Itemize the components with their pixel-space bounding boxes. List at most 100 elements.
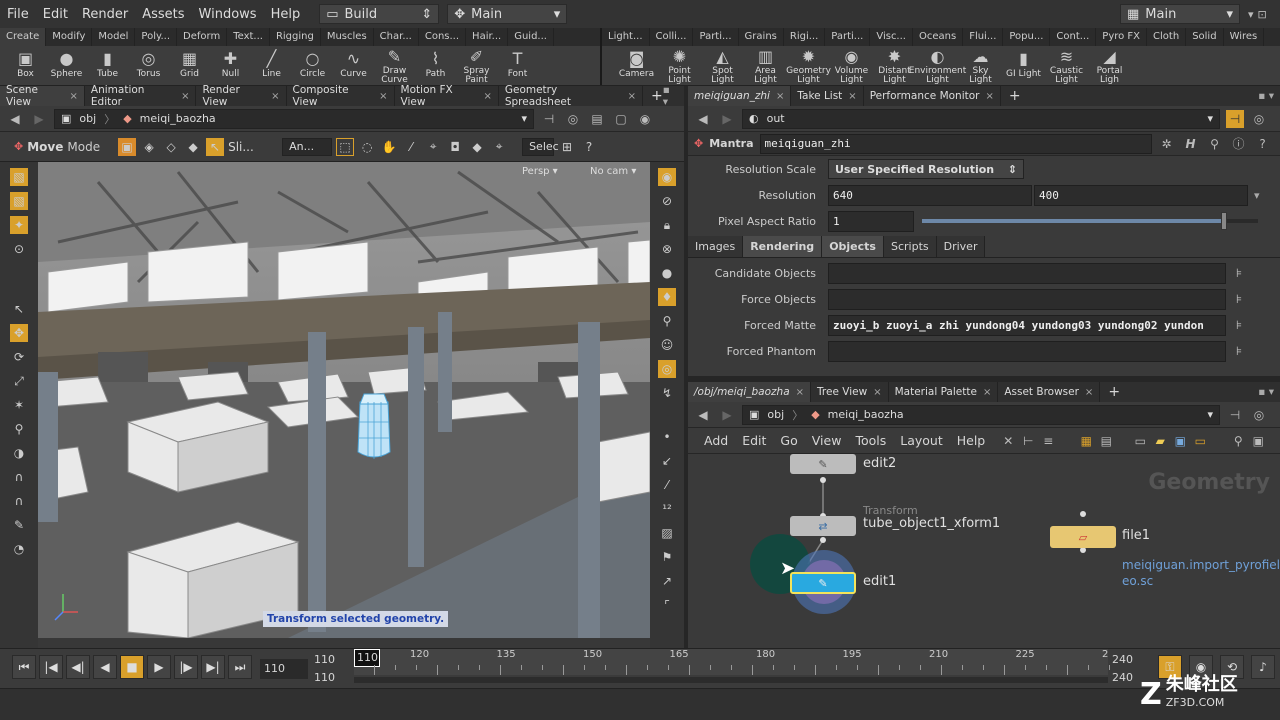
op-chooser-icon[interactable]: ⊧ bbox=[1230, 264, 1248, 282]
pin-icon[interactable]: ⊣ bbox=[1226, 109, 1244, 128]
arrow-icon[interactable]: ↗ bbox=[658, 572, 676, 590]
null-tool[interactable]: ✚ Null bbox=[210, 46, 251, 85]
display-options-icon[interactable]: ▤ bbox=[588, 110, 606, 128]
range-start[interactable]: 110 bbox=[314, 653, 335, 666]
forward-icon[interactable]: ▶ bbox=[30, 110, 48, 128]
shelf-tab[interactable]: Solid bbox=[1186, 28, 1224, 46]
pane-tab[interactable]: Tree View × bbox=[811, 382, 889, 402]
snapping-icon[interactable]: ⌖ bbox=[490, 138, 508, 156]
hscript-icon[interactable]: H bbox=[1182, 135, 1200, 153]
resolution-y-field[interactable]: 400 bbox=[1034, 184, 1248, 206]
scene-path-field[interactable]: ▣ obj 〉 ◆ meiqi_baozha ▾ bbox=[54, 108, 534, 129]
torus-tool[interactable]: ◎ Torus bbox=[128, 46, 169, 85]
close-icon[interactable]: × bbox=[985, 91, 993, 102]
shelf-tab[interactable]: Oceans bbox=[913, 28, 964, 46]
display-eye-icon[interactable]: ◉ bbox=[658, 168, 676, 186]
close-icon[interactable]: × bbox=[796, 387, 804, 398]
persp-cube-icon[interactable]: ▧ bbox=[10, 168, 28, 186]
camera-toggle-icon[interactable]: ◎ bbox=[658, 360, 676, 378]
close-icon[interactable]: × bbox=[628, 91, 636, 102]
shelf-tab[interactable]: Muscles bbox=[321, 28, 374, 46]
range-start-global[interactable]: 110 bbox=[314, 671, 335, 684]
info-icon[interactable]: ⓘ bbox=[1230, 135, 1248, 153]
matte-field[interactable]: zuoyi_b zuoyi_a zhi yundong04 yundong03 … bbox=[828, 314, 1226, 336]
sticky-note-icon[interactable]: ▰ bbox=[1151, 432, 1169, 450]
chevron-down-icon[interactable]: ▾ bbox=[1254, 189, 1260, 202]
grid-view-icon[interactable]: ▦ bbox=[1077, 432, 1095, 450]
shelf-tab[interactable]: Hair... bbox=[466, 28, 509, 46]
op-chooser-icon[interactable]: ⊧ bbox=[1230, 316, 1248, 334]
menu-edit[interactable]: Edit bbox=[36, 7, 75, 22]
lock-icon[interactable]: 🔒︎ bbox=[658, 216, 676, 234]
number-icon[interactable]: ¹² bbox=[658, 500, 676, 518]
spray-paint-tool[interactable]: ✐ Spray Paint bbox=[456, 46, 497, 85]
network-menu-edit[interactable]: Edit bbox=[736, 433, 772, 448]
shelf-tab[interactable]: Grains bbox=[739, 28, 784, 46]
zoom-icon[interactable]: ⊙ bbox=[10, 240, 28, 258]
resolution-x-field[interactable]: 640 bbox=[828, 184, 1032, 206]
caustic-light-tool[interactable]: ≋ Caustic Light bbox=[1046, 46, 1087, 85]
close-icon[interactable]: × bbox=[379, 91, 387, 102]
node-name-field[interactable]: meiqiguan_zhi bbox=[759, 133, 1152, 154]
candidate-field[interactable] bbox=[828, 262, 1226, 284]
gear-icon[interactable]: ✲ bbox=[1158, 135, 1176, 153]
shelf-tab[interactable]: Deform bbox=[177, 28, 228, 46]
pane-tab[interactable]: Geometry Spreadsheet × bbox=[499, 84, 644, 108]
network-menu-view[interactable]: View bbox=[806, 433, 848, 448]
magnet-icon[interactable]: ◑ bbox=[10, 444, 28, 462]
pan-icon[interactable]: ✦ bbox=[10, 216, 28, 234]
pane-menu-icon[interactable]: ▪ ▾ bbox=[1258, 386, 1274, 398]
stop-icon[interactable]: ■ bbox=[120, 655, 144, 679]
link-icon[interactable]: ◎ bbox=[564, 110, 582, 128]
link-icon[interactable]: ◎ bbox=[1250, 110, 1268, 128]
close-icon[interactable]: × bbox=[776, 91, 784, 102]
box-select-icon[interactable]: ⬚ bbox=[336, 137, 355, 156]
connectivity-icon[interactable]: ◆ bbox=[468, 138, 486, 156]
pane-tab[interactable]: Scene View × bbox=[0, 84, 85, 108]
pixel-aspect-field[interactable]: 1 bbox=[828, 210, 914, 232]
node-edit1[interactable]: ✎ bbox=[790, 572, 856, 594]
parm-tab-scripts[interactable]: Scripts bbox=[883, 236, 937, 257]
network-menu-add[interactable]: Add bbox=[698, 433, 734, 448]
sky-light-tool[interactable]: ☁ Sky Light bbox=[960, 46, 1001, 85]
shelf-tab[interactable]: Rigging bbox=[270, 28, 321, 46]
step-back-icon[interactable]: ◀| bbox=[66, 655, 90, 679]
handle-icon[interactable]: ⚲ bbox=[10, 420, 28, 438]
resolution-scale-menu[interactable]: User Specified Resolution ⇕ bbox=[828, 159, 1024, 179]
range-slider[interactable] bbox=[354, 677, 1108, 683]
line-tool[interactable]: ╱ Line bbox=[251, 46, 292, 85]
tree-icon[interactable]: ⊢ bbox=[1019, 432, 1037, 450]
parm-tab-images[interactable]: Images bbox=[688, 236, 744, 257]
pane-menu-icon[interactable]: ▪ ▾ bbox=[663, 84, 678, 108]
network-canvas[interactable]: Geometry ✎ edit2 Transform ⇄ tube_object… bbox=[688, 454, 1280, 628]
spot-light-tool[interactable]: ◭ Spot Light bbox=[702, 46, 743, 85]
select-objects-icon[interactable]: ▣ bbox=[118, 137, 137, 156]
slider-label[interactable]: Sli... bbox=[228, 140, 278, 154]
select-primitives-icon[interactable]: ◆ bbox=[184, 138, 202, 156]
add-tab-icon[interactable]: + bbox=[651, 88, 663, 104]
pixel-aspect-slider[interactable] bbox=[922, 212, 1258, 230]
select-visible-icon[interactable]: ⌖ bbox=[424, 138, 442, 156]
shelf-tab[interactable]: Colli... bbox=[650, 28, 694, 46]
forward-icon[interactable]: ▶ bbox=[718, 110, 736, 128]
prev-key-icon[interactable]: |◀ bbox=[39, 655, 63, 679]
network-menu-help[interactable]: Help bbox=[951, 433, 992, 448]
close-icon[interactable]: × bbox=[848, 91, 856, 102]
gi-light-tool[interactable]: ▮ GI Light bbox=[1003, 46, 1044, 85]
close-icon[interactable]: × bbox=[483, 91, 491, 102]
normal-icon[interactable]: ↙ bbox=[658, 452, 676, 470]
snap-icon[interactable]: ∩ bbox=[10, 468, 28, 486]
shelf-tab[interactable]: Poly... bbox=[135, 28, 178, 46]
draw-curve-tool[interactable]: ✎ Draw Curve bbox=[374, 46, 415, 85]
close-icon[interactable]: × bbox=[873, 387, 881, 398]
dot-icon[interactable]: • bbox=[658, 428, 676, 446]
pane-menu-icon[interactable]: ▪ ▾ bbox=[1258, 90, 1274, 102]
font-tool[interactable]: T Font bbox=[497, 46, 538, 85]
shelf-tab[interactable]: Popu... bbox=[1003, 28, 1051, 46]
shelf-tab[interactable]: Wires bbox=[1224, 28, 1265, 46]
cam-menu[interactable]: No cam ▾ bbox=[590, 166, 636, 177]
edge-icon[interactable]: ⁄ bbox=[658, 476, 676, 494]
snap-grid-icon[interactable]: ∩ bbox=[10, 492, 28, 510]
shelf-tab[interactable]: Visc... bbox=[870, 28, 913, 46]
force-field[interactable] bbox=[828, 288, 1226, 310]
